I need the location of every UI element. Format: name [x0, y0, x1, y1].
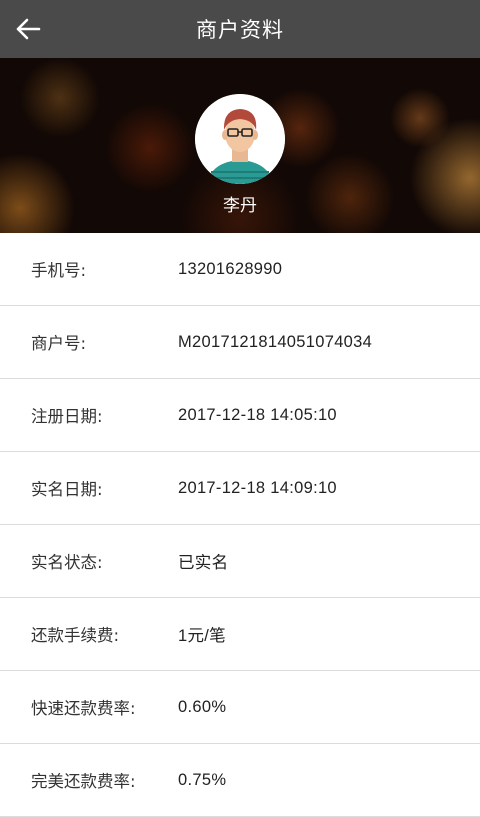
row-quick-repay-rate: 快速还款费率: 0.60%: [0, 671, 480, 744]
row-verify-date: 实名日期: 2017-12-18 14:09:10: [0, 452, 480, 525]
verify-status-value: 已实名: [178, 554, 229, 572]
row-register-date: 注册日期: 2017-12-18 14:05:10: [0, 379, 480, 452]
page-title: 商户资料: [196, 18, 284, 42]
phone-value: 13201628990: [178, 259, 283, 278]
row-repay-fee: 还款手续费: 1元/笔: [0, 598, 480, 671]
repay-fee-value: 1元/笔: [178, 627, 226, 645]
merchant-id-label: 商户号:: [31, 334, 87, 353]
register-date-label: 注册日期:: [31, 407, 103, 426]
verify-date-label: 实名日期:: [31, 480, 103, 499]
user-name: 李丹: [223, 196, 257, 216]
avatar[interactable]: [195, 94, 285, 184]
back-button[interactable]: [12, 13, 44, 45]
verify-date-value: 2017-12-18 14:09:10: [178, 478, 337, 497]
perfect-repay-rate-label: 完美还款费率:: [31, 772, 136, 791]
arrow-left-icon: [16, 18, 41, 40]
row-perfect-repay-rate: 完美还款费率: 0.75%: [0, 744, 480, 817]
verify-status-label: 实名状态:: [31, 553, 103, 572]
row-phone: 手机号: 13201628990: [0, 233, 480, 306]
repay-fee-label: 还款手续费:: [31, 626, 120, 645]
phone-label: 手机号:: [31, 261, 87, 280]
merchant-info-list: 手机号: 13201628990 商户号: M20171218140510740…: [0, 233, 480, 817]
row-merchant-id: 商户号: M2017121814051074034: [0, 306, 480, 379]
merchant-id-value: M2017121814051074034: [178, 332, 373, 351]
quick-repay-rate-value: 0.60%: [178, 697, 227, 716]
perfect-repay-rate-value: 0.75%: [178, 770, 227, 789]
top-bar: 商户资料: [0, 0, 480, 58]
register-date-value: 2017-12-18 14:05:10: [178, 405, 337, 424]
row-verify-status: 实名状态: 已实名: [0, 525, 480, 598]
profile-banner: 李丹: [0, 58, 480, 233]
user-avatar-icon: [195, 94, 285, 184]
quick-repay-rate-label: 快速还款费率:: [31, 699, 136, 718]
